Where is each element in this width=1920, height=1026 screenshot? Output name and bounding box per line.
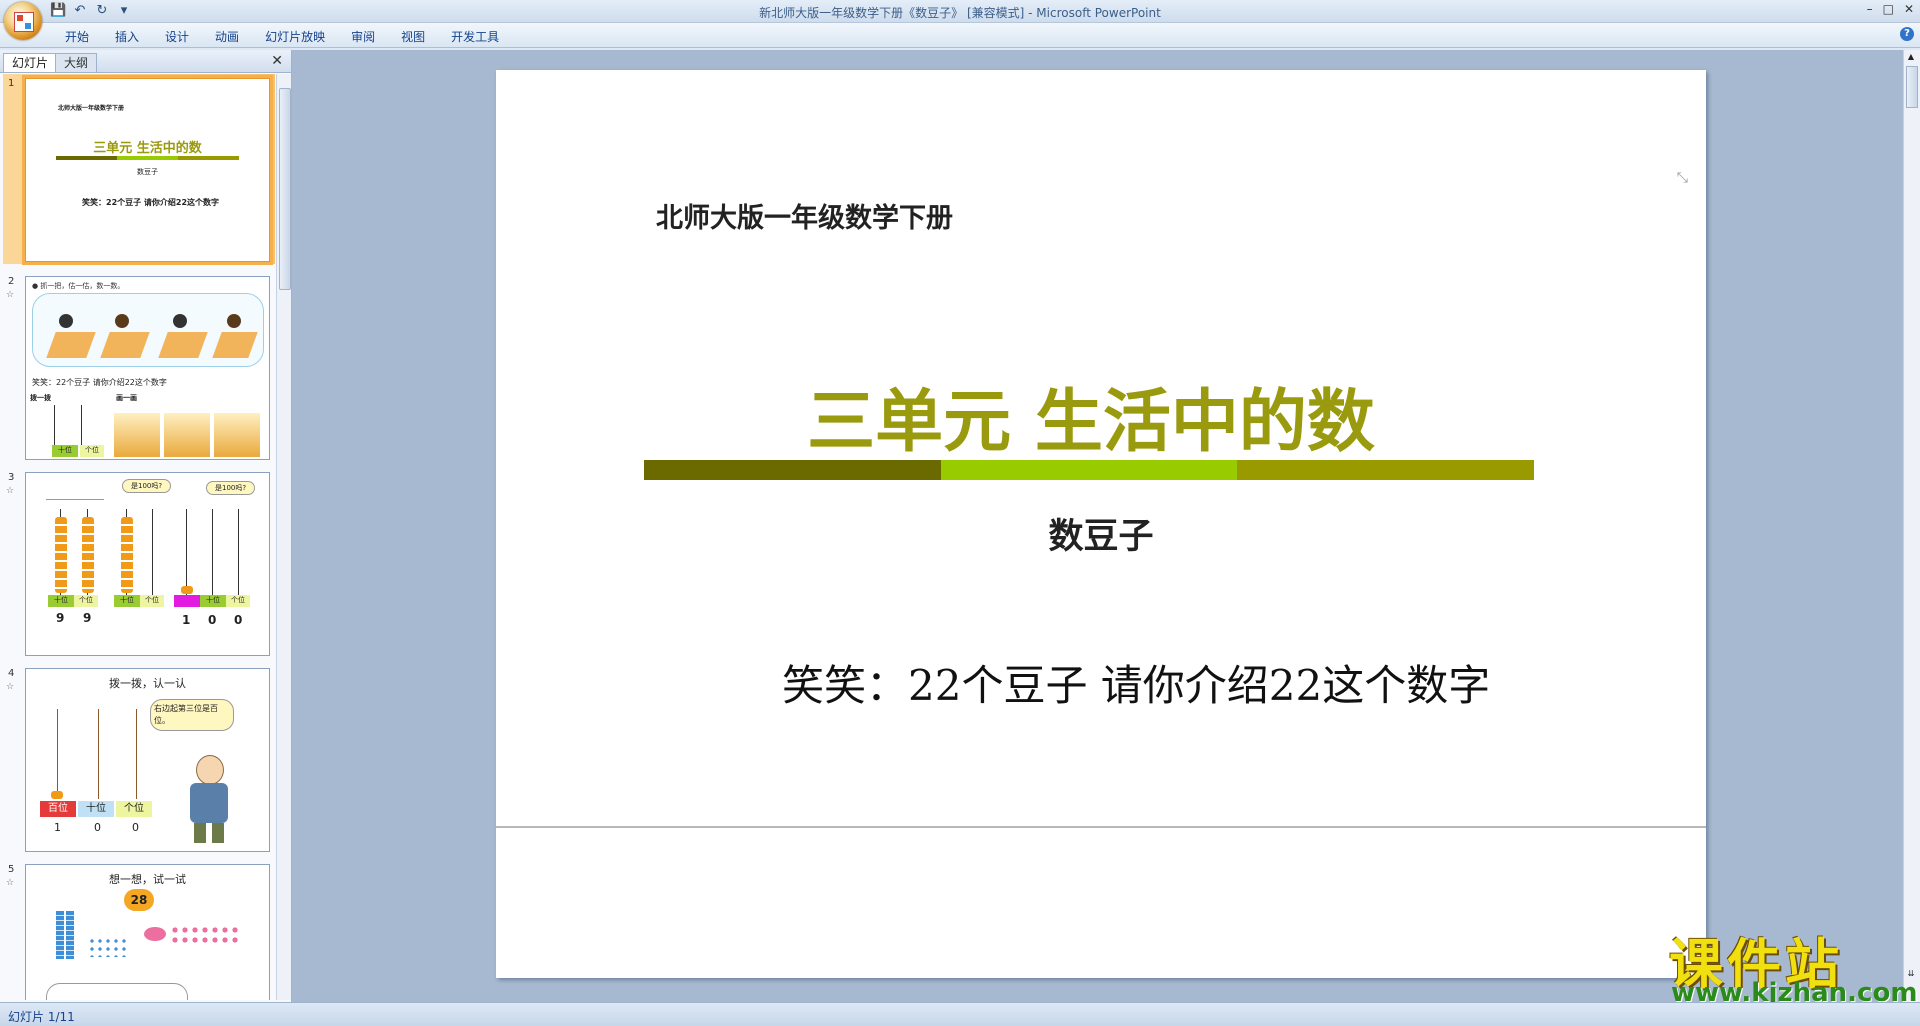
tab-animations[interactable]: 动画 — [202, 28, 252, 45]
thumb-label: 拨一拨 — [30, 394, 51, 402]
tab-outline[interactable]: 大纲 — [55, 53, 98, 72]
thumb-label: 百位 — [40, 801, 76, 817]
slide-body[interactable]: 笑笑：22个豆子 请你介绍22这个数字 — [782, 652, 1490, 713]
thumb-label: 十位 — [48, 595, 74, 607]
tab-developer[interactable]: 开发工具 — [438, 28, 512, 45]
thumb-digit: 9 — [56, 611, 65, 625]
thumbnail-number: 5 — [8, 864, 15, 875]
thumb-digit: 1 — [182, 613, 191, 627]
thumb-title: 三单元 生活中的数 — [93, 141, 202, 156]
animation-star-icon: ☆ — [6, 486, 15, 496]
animation-star-icon: ☆ — [6, 878, 15, 888]
slide-caption[interactable]: 数豆子 — [496, 508, 1706, 559]
slides-pane: 幻灯片 大纲 ✕ 1 北师大版一年级数学下册 三单元 生活中的数 数豆子 笑笑：… — [0, 50, 292, 1002]
thumb-digit: 0 — [234, 613, 243, 627]
thumb-digit: 9 — [83, 611, 92, 625]
close-button[interactable]: ✕ — [1904, 2, 1914, 16]
window-title: 新北师大版一年级数学下册《数豆子》 [兼容模式] - Microsoft Pow… — [759, 6, 1161, 20]
thumb-label: 十位 — [52, 445, 78, 457]
title-bar: 💾 ↶ ↻ ▾ 新北师大版一年级数学下册《数豆子》 [兼容模式] - Micro… — [0, 0, 1920, 23]
thumb-label: 十位 — [114, 595, 140, 607]
thumb-heading: 拨一拨，认一认 — [109, 677, 186, 690]
thumb-bubble: 是100吗? — [122, 479, 172, 493]
collapse-icon[interactable]: ⤡ — [1677, 170, 1688, 186]
thumb-subtitle: 北师大版一年级数学下册 — [58, 105, 125, 112]
bar-segment-dark — [644, 460, 941, 480]
thumbnail-list: 1 北师大版一年级数学下册 三单元 生活中的数 数豆子 笑笑：22个豆子 请你介… — [0, 74, 276, 1000]
tab-insert[interactable]: 插入 — [102, 28, 152, 45]
thumb-bubble: 右边起第三位是百位。 — [150, 699, 234, 731]
thumb-bubble: 是100吗? — [206, 481, 256, 495]
scrollbar-thumb[interactable] — [279, 88, 291, 290]
thumb-bars — [56, 156, 239, 160]
office-button[interactable] — [4, 2, 42, 40]
tab-view[interactable]: 视图 — [388, 28, 438, 45]
thumbnail-slide-5[interactable]: 想一想，试一试 28 — [25, 864, 270, 1000]
bar-segment-green — [940, 460, 1238, 480]
slide-edge-left — [292, 50, 492, 950]
next-slide-icon[interactable]: ⇊ — [1906, 969, 1916, 978]
thumbnail-number: 1 — [8, 78, 15, 89]
slide-counter: 幻灯片 1/11 — [8, 1010, 75, 1024]
thumb-label: 个位 — [80, 445, 104, 457]
thumb-digit: 0 — [208, 613, 217, 627]
status-bar: 幻灯片 1/11 — [0, 1002, 1920, 1026]
tab-slides[interactable]: 幻灯片 — [3, 53, 58, 72]
thumbnail-row-2[interactable]: 2 ☆ ● 抓一把，估一估，数一数。 笑笑：22个豆子 请你介绍22这个数字 拨… — [0, 272, 276, 462]
office-logo-icon — [14, 12, 34, 32]
thumbnail-row-4[interactable]: 4 ☆ 拨一拨，认一认 右边起第三位是百位。 百位 十位 个位 1 0 0 — [0, 664, 276, 854]
thumb-body: 笑笑：22个豆子 请你介绍22这个数字 — [32, 378, 167, 387]
editor-scrollbar[interactable]: ▲ ⇊ — [1903, 50, 1920, 1002]
teacher-illustration — [184, 755, 234, 845]
watermark-logo: 课件站 www.kjzhan.com — [1665, 920, 1917, 1010]
thumb-number-badge: 28 — [124, 889, 154, 911]
animation-star-icon: ☆ — [6, 290, 15, 300]
thumbnail-row-1[interactable]: 1 北师大版一年级数学下册 三单元 生活中的数 数豆子 笑笑：22个豆子 请你介… — [0, 74, 276, 264]
thumb-label: 十位 — [78, 801, 114, 817]
thumbnail-number: 4 — [8, 668, 15, 679]
thumb-label: 个位 — [140, 595, 164, 607]
current-slide[interactable]: 北师大版一年级数学下册 ⤡ 三单元 生活中的数 数豆子 笑笑：22个豆子 请你介… — [496, 70, 1706, 978]
thumbnail-scrollbar[interactable] — [276, 74, 291, 1000]
thumb-label: 个位 — [116, 801, 152, 817]
thumb-label: 画一画 — [116, 394, 137, 402]
thumb-heading: ● 抓一把，估一估，数一数。 — [32, 282, 125, 290]
bar-segment-olive — [1237, 460, 1535, 480]
animation-star-icon: ☆ — [6, 682, 15, 692]
scroll-up-icon[interactable]: ▲ — [1906, 52, 1916, 62]
thumb-caption: 数豆子 — [137, 168, 158, 176]
ribbon-tab-bar: 开始 插入 设计 动画 幻灯片放映 审阅 视图 开发工具 ? — [0, 23, 1920, 48]
thumbnail-slide-1[interactable]: 北师大版一年级数学下册 三单元 生活中的数 数豆子 笑笑：22个豆子 请你介绍2… — [25, 78, 270, 262]
thumb-label: 十位 — [200, 595, 226, 607]
thumbnail-row-5[interactable]: 5 ☆ 想一想，试一试 28 — [0, 860, 276, 1000]
window-controls: – □ ✕ — [1867, 2, 1914, 16]
thumbnail-slide-2[interactable]: ● 抓一把，估一估，数一数。 笑笑：22个豆子 请你介绍22这个数字 拨一拨 画… — [25, 276, 270, 460]
thumb-body: 笑笑：22个豆子 请你介绍22这个数字 — [82, 198, 220, 207]
slide-divider — [496, 826, 1706, 828]
thumb-label: 个位 — [226, 595, 250, 607]
thumbnail-slide-4[interactable]: 拨一拨，认一认 右边起第三位是百位。 百位 十位 个位 1 0 0 — [25, 668, 270, 852]
tab-home[interactable]: 开始 — [52, 28, 102, 45]
tab-slideshow[interactable]: 幻灯片放映 — [252, 28, 338, 45]
thumbnail-slide-3[interactable]: 是100吗? 是100吗? 十位 个位 9 9 十位 个位 十位 个位 1 0 … — [25, 472, 270, 656]
thumbnail-row-3[interactable]: 3 ☆ 是100吗? 是100吗? 十位 个位 9 9 十位 个位 十位 个位 … — [0, 468, 276, 658]
slide-title[interactable]: 三单元 生活中的数 — [486, 366, 1696, 465]
thumb-label: 个位 — [74, 595, 98, 607]
thumb-digit: 1 — [54, 821, 61, 834]
thumbnail-number: 2 — [8, 276, 15, 287]
thumb-digit: 0 — [132, 821, 139, 834]
help-icon[interactable]: ? — [1900, 27, 1914, 41]
thumbnail-number: 3 — [8, 472, 15, 483]
slide-subtitle[interactable]: 北师大版一年级数学下册 — [656, 196, 953, 235]
thumb-heading: 想一想，试一试 — [109, 873, 186, 886]
pane-close-icon[interactable]: ✕ — [271, 53, 283, 69]
scrollbar-thumb[interactable] — [1906, 66, 1918, 108]
tab-design[interactable]: 设计 — [152, 28, 202, 45]
maximize-button[interactable]: □ — [1883, 2, 1894, 16]
minimize-button[interactable]: – — [1867, 2, 1873, 16]
thumb-digit: 0 — [94, 821, 101, 834]
title-underline-bar — [644, 460, 1535, 480]
thumb-illustration — [32, 293, 264, 367]
tab-review[interactable]: 审阅 — [338, 28, 388, 45]
